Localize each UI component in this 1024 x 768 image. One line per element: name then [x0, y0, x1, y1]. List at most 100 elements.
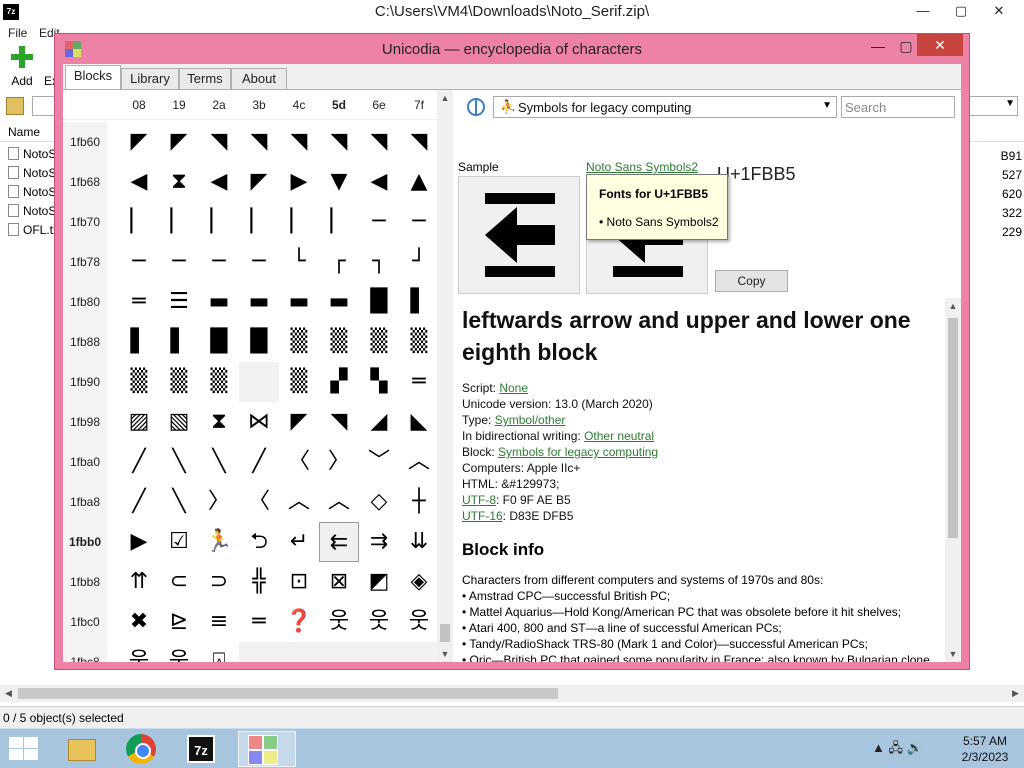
grid-cell[interactable]: ◣: [399, 402, 439, 442]
grid-cell[interactable]: ▒: [279, 362, 319, 402]
grid-cell[interactable]: ▒: [119, 362, 159, 402]
grid-cell[interactable]: ▏: [239, 202, 279, 242]
grid-cell[interactable]: ═: [399, 362, 439, 402]
grid-cell[interactable]: ▒: [279, 322, 319, 362]
scroll-down-icon[interactable]: ▼: [945, 646, 961, 662]
search-input[interactable]: [841, 96, 955, 118]
tab-library[interactable]: Library: [121, 68, 179, 90]
grid-cell[interactable]: 웃: [359, 602, 399, 642]
grid-cell[interactable]: ⋈: [239, 402, 279, 442]
grid-cell[interactable]: ▏: [119, 202, 159, 242]
grid-cell[interactable]: ︿: [399, 442, 439, 482]
folder-up-icon[interactable]: [6, 97, 24, 115]
grid-cell[interactable]: ▒: [159, 362, 199, 402]
tab-blocks[interactable]: Blocks: [65, 65, 121, 90]
grid-cell[interactable]: ┐: [359, 242, 399, 282]
grid-cell[interactable]: ◀: [359, 162, 399, 202]
column-name[interactable]: Name: [8, 125, 40, 139]
grid-cell[interactable]: ┌: [319, 242, 359, 282]
grid-cell[interactable]: ◥: [399, 122, 439, 162]
grid-cell[interactable]: 〉: [199, 482, 239, 522]
grid-cell[interactable]: ╲: [159, 482, 199, 522]
grid-cell[interactable]: ◢: [359, 402, 399, 442]
grid-cell[interactable]: ◥: [359, 122, 399, 162]
sevenzip-titlebar[interactable]: 7z C:\Users\VM4\Downloads\Noto_Serif.zip…: [0, 0, 1024, 24]
unicodia-minimize-button[interactable]: —: [867, 36, 889, 56]
grid-cell[interactable]: ⊃: [199, 562, 239, 602]
grid-cell[interactable]: ▏: [159, 202, 199, 242]
grid-cell[interactable]: ◈: [399, 562, 439, 602]
unicodia-close-button[interactable]: ✕: [917, 34, 963, 56]
list-item[interactable]: NotoS: [8, 185, 56, 203]
grid-cell[interactable]: 〈: [279, 442, 319, 482]
grid-cell[interactable]: ↵: [279, 522, 319, 562]
grid-vertical-scrollbar[interactable]: ▲ ▼: [437, 90, 453, 662]
grid-cell[interactable]: ═: [239, 602, 279, 642]
grid-cell[interactable]: ◇: [359, 482, 399, 522]
grid-cell[interactable]: 〈: [239, 482, 279, 522]
add-button[interactable]: Add: [6, 46, 38, 88]
grid-cell[interactable]: [239, 642, 279, 662]
grid-cell[interactable]: ⍓: [199, 642, 239, 662]
grid-cell[interactable]: ╬: [239, 562, 279, 602]
grid-cell[interactable]: ⧗: [199, 402, 239, 442]
scroll-right-icon[interactable]: ▶: [1007, 685, 1024, 702]
grid-cell[interactable]: ◥: [239, 122, 279, 162]
scrollbar-thumb[interactable]: [948, 318, 958, 538]
scrollbar-thumb[interactable]: [18, 688, 558, 699]
grid-cell[interactable]: ◀: [119, 162, 159, 202]
grid-cell[interactable]: ▚: [359, 362, 399, 402]
grid-cell[interactable]: ▒: [199, 362, 239, 402]
grid-cell[interactable]: ╱: [119, 442, 159, 482]
grid-cell[interactable]: ︿: [279, 482, 319, 522]
globe-icon[interactable]: [467, 98, 485, 116]
grid-cell[interactable]: ▒: [399, 322, 439, 362]
grid-cell[interactable]: ▒: [319, 322, 359, 362]
grid-cell[interactable]: ◤: [279, 402, 319, 442]
grid-cell[interactable]: ⊠: [319, 562, 359, 602]
tab-terms[interactable]: Terms: [179, 68, 231, 90]
grid-cell[interactable]: ▬: [239, 282, 279, 322]
grid-cell[interactable]: 🏃: [199, 522, 239, 562]
start-button[interactable]: [8, 737, 38, 761]
grid-cell[interactable]: ▬: [199, 282, 239, 322]
grid-cell[interactable]: ◤: [119, 122, 159, 162]
grid-cell[interactable]: 〉: [319, 442, 359, 482]
grid-cell[interactable]: 웃: [319, 602, 359, 642]
property-value[interactable]: Symbol/other: [495, 413, 566, 427]
scroll-up-icon[interactable]: ▲: [945, 298, 961, 314]
grid-cell[interactable]: ◥: [319, 402, 359, 442]
grid-cell[interactable]: [359, 642, 399, 662]
property-label[interactable]: UTF-8: [462, 493, 496, 507]
scroll-down-icon[interactable]: ▼: [437, 646, 453, 662]
grid-cell[interactable]: ▒: [359, 322, 399, 362]
list-item[interactable]: NotoS: [8, 204, 56, 222]
grid-cell[interactable]: ╱: [119, 482, 159, 522]
grid-cell[interactable]: ◀: [199, 162, 239, 202]
grid-cell[interactable]: ⇊: [399, 522, 439, 562]
grid-cell[interactable]: ⇈: [119, 562, 159, 602]
grid-cell[interactable]: ◥: [199, 122, 239, 162]
grid-cell[interactable]: ▌: [159, 322, 199, 362]
list-item[interactable]: NotoS: [8, 166, 56, 184]
sevenzip-minimize-button[interactable]: —: [906, 0, 940, 22]
scroll-left-icon[interactable]: ◀: [0, 685, 17, 702]
grid-cell[interactable]: ⊡: [279, 562, 319, 602]
grid-cell[interactable]: [279, 642, 319, 662]
grid-cell[interactable]: █: [359, 282, 399, 322]
sevenzip-close-button[interactable]: ✕: [982, 0, 1016, 22]
grid-cell[interactable]: ▞: [319, 362, 359, 402]
grid-cell[interactable]: ▧: [159, 402, 199, 442]
chevron-down-icon[interactable]: ▼: [822, 100, 832, 111]
grid-cell[interactable]: 웃: [399, 602, 439, 642]
horizontal-scrollbar[interactable]: ◀ ▶: [0, 685, 1024, 702]
property-value[interactable]: Symbols for legacy computing: [498, 445, 658, 459]
grid-cell[interactable]: ╱: [239, 442, 279, 482]
grid-cell[interactable]: ─: [199, 242, 239, 282]
grid-cell[interactable]: ❓: [279, 602, 319, 642]
grid-cell[interactable]: ▏: [319, 202, 359, 242]
block-selector[interactable]: ⛹ Symbols for legacy computing ▼: [493, 96, 837, 118]
property-value[interactable]: None: [499, 381, 528, 395]
grid-cell[interactable]: ─: [399, 202, 439, 242]
grid-cell[interactable]: ═: [119, 282, 159, 322]
